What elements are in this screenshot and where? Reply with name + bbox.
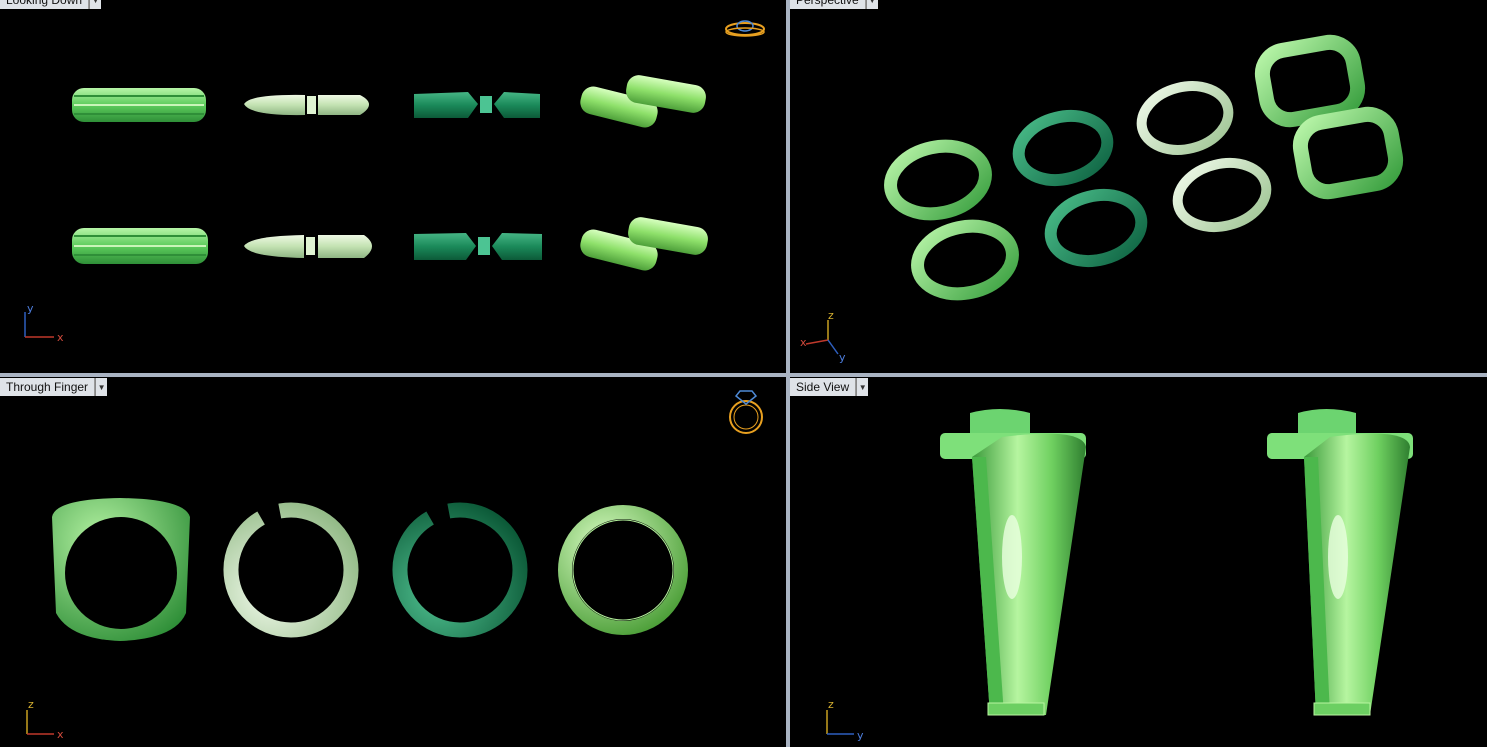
ring-3-bottom[interactable]: [414, 233, 542, 260]
chevron-down-icon[interactable]: ▼: [865, 0, 878, 9]
viewport-side-view[interactable]: Side View ▼ z y: [790, 377, 1487, 747]
ring-orientation-gizmo-icon: [725, 20, 765, 37]
axis-x-label: x: [800, 336, 807, 349]
viewport-looking-down[interactable]: Looking Down ▼ y x: [0, 0, 786, 373]
ring-front-dark[interactable]: [390, 500, 529, 639]
ring-1-top[interactable]: [72, 88, 206, 122]
ring-2-bottom[interactable]: [244, 235, 372, 258]
ring-1-bottom[interactable]: [72, 228, 208, 264]
ring-perspective-lime-1[interactable]: [884, 138, 992, 223]
viewport-title: Side View: [790, 378, 857, 396]
ring-front-pale[interactable]: [221, 500, 360, 639]
viewport-tab-through-finger[interactable]: Through Finger ▼: [0, 378, 108, 396]
ring-side-left[interactable]: [940, 409, 1086, 716]
ring-perspective-square-2[interactable]: [1292, 106, 1404, 200]
ring-2-top[interactable]: [244, 94, 369, 116]
viewport-title: Perspective: [790, 0, 866, 9]
axis-z-label: z: [828, 309, 834, 322]
viewport-canvas[interactable]: z x y: [790, 0, 1487, 373]
viewport-canvas[interactable]: y x: [0, 0, 786, 373]
viewport-through-finger[interactable]: Through Finger ▼ z x: [0, 377, 786, 747]
viewport-divider-horizontal[interactable]: [0, 373, 1487, 377]
ring-perspective-pale-2[interactable]: [1171, 154, 1273, 236]
viewport-tab-perspective[interactable]: Perspective ▼: [790, 0, 878, 9]
viewport-perspective[interactable]: Perspective ▼ z x y: [790, 0, 1487, 373]
ring-perspective-dark-2[interactable]: [1044, 186, 1149, 270]
axis-x-label: x: [57, 331, 64, 344]
ring-perspective-dark-1[interactable]: [1012, 107, 1114, 189]
chevron-down-icon[interactable]: ▼: [89, 0, 102, 9]
axis-y-label: y: [27, 302, 34, 315]
axis-x-label: x: [57, 728, 64, 741]
viewport-canvas[interactable]: z x: [0, 377, 786, 747]
axis-indicator: y x: [24, 302, 64, 344]
viewport-title: Through Finger: [0, 378, 96, 396]
axis-z-label: z: [28, 698, 34, 711]
axis-indicator: z y: [826, 698, 864, 742]
axis-y-label: y: [839, 351, 846, 364]
viewport-title: Looking Down: [0, 0, 90, 9]
chevron-down-icon[interactable]: ▼: [856, 378, 869, 396]
ring-perspective-lime-2[interactable]: [911, 218, 1019, 303]
axis-indicator: z x y: [800, 309, 846, 364]
axis-y-label: y: [857, 729, 864, 742]
ring-orientation-gizmo-icon: [729, 390, 763, 434]
ring-4-top[interactable]: [578, 73, 708, 130]
ring-front-lime[interactable]: [558, 505, 688, 635]
viewport-tab-side-view[interactable]: Side View ▼: [790, 378, 869, 396]
chevron-down-icon[interactable]: ▼: [95, 378, 108, 396]
ring-front-square[interactable]: [52, 498, 190, 641]
ring-3-top[interactable]: [414, 92, 540, 118]
viewport-tab-looking-down[interactable]: Looking Down ▼: [0, 0, 102, 9]
axis-z-label: z: [828, 698, 834, 711]
viewport-canvas[interactable]: z y: [790, 377, 1487, 747]
axis-indicator: z x: [26, 698, 64, 741]
ring-side-right[interactable]: [1267, 409, 1413, 716]
ring-perspective-pale-1[interactable]: [1135, 77, 1235, 158]
ring-4-bottom[interactable]: [578, 215, 710, 273]
